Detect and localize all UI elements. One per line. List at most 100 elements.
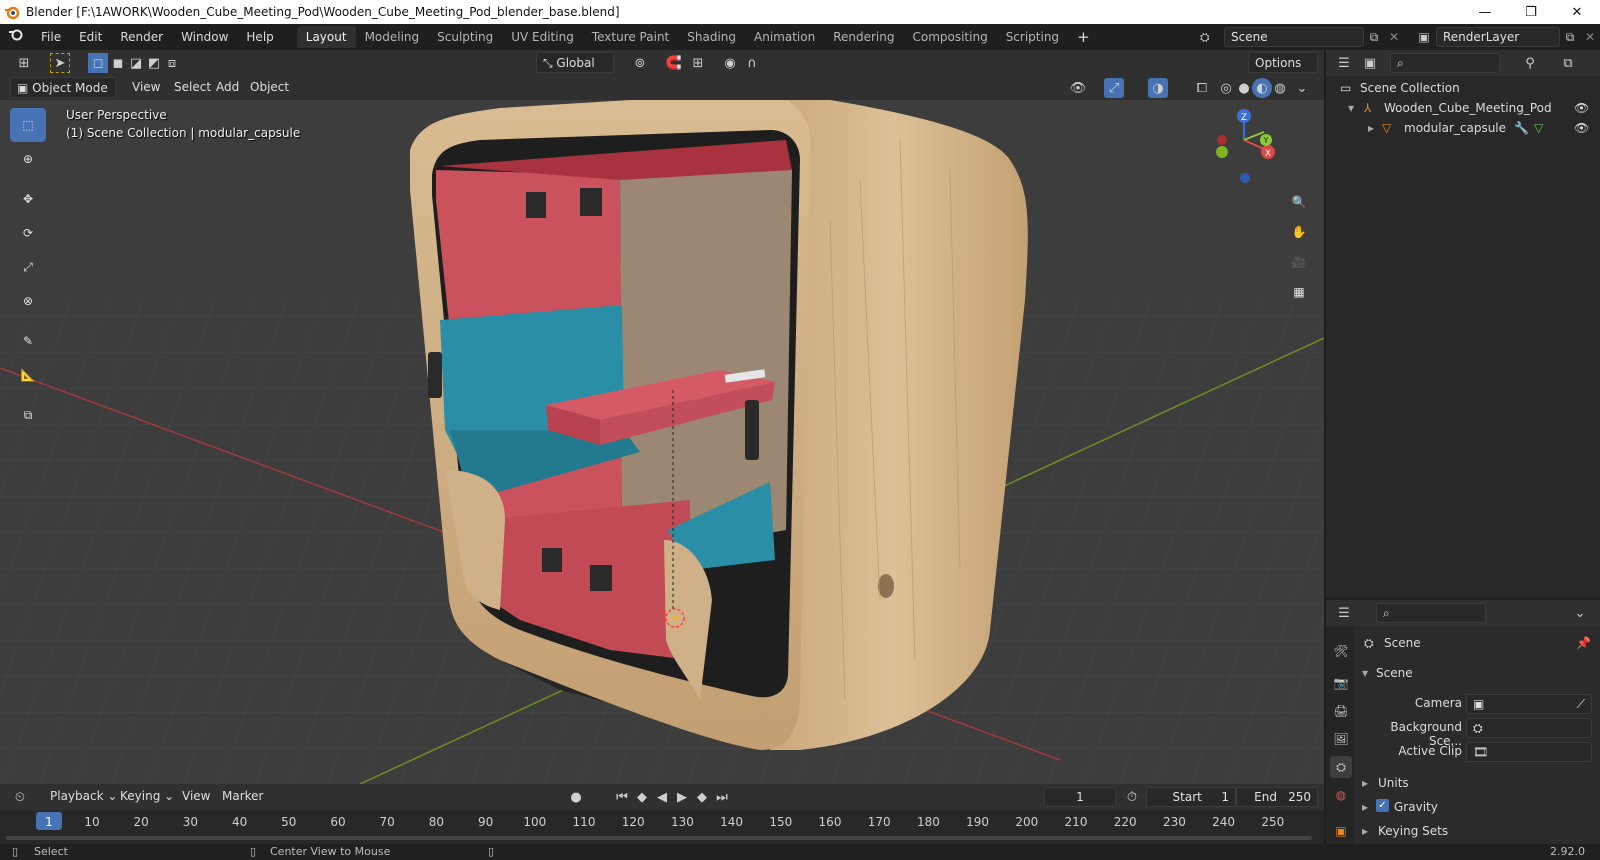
world-tab-icon[interactable]: ◍	[1330, 784, 1352, 806]
timeline-editor-icon[interactable]: ⏲	[10, 787, 30, 807]
tool-tab-icon[interactable]: 🛠	[1330, 640, 1352, 662]
menu-keying[interactable]: Keying ⌄	[114, 786, 180, 807]
blender-menu-icon[interactable]	[0, 26, 32, 48]
gizmo-toggle-icon[interactable]: ⤢	[1104, 78, 1124, 98]
gravity-panel-title[interactable]: Gravity	[1394, 800, 1438, 814]
cursor-tool[interactable]: ⊕	[10, 142, 46, 176]
proportional-falloff-icon[interactable]: ∩	[742, 53, 762, 73]
panel-collapse-icon[interactable]: ▸	[1362, 800, 1368, 814]
pan-button[interactable]: ✋	[1285, 218, 1313, 246]
add-cube-tool[interactable]: ⧉	[10, 398, 46, 432]
rendered-shading-icon[interactable]: ◍	[1270, 78, 1290, 98]
scene-panel-title[interactable]: Scene	[1376, 666, 1413, 680]
mode-set-new-icon[interactable]: ◻	[88, 53, 108, 73]
display-mode-icon[interactable]: ▣	[1360, 53, 1380, 73]
outliner-row-meeting-pod[interactable]: ▾ ⅄ Wooden_Cube_Meeting_Pod 👁	[1326, 98, 1600, 118]
view-layer-icon[interactable]: ▣	[1412, 30, 1436, 44]
menu-view[interactable]: View	[126, 77, 166, 98]
play-icon[interactable]: ▶	[672, 787, 692, 807]
options-dropdown[interactable]: Options ⌄	[1248, 52, 1318, 91]
properties-editor-icon[interactable]: ☰	[1334, 603, 1354, 623]
camera-view-button[interactable]: 🎥	[1285, 248, 1313, 276]
panel-collapse-icon[interactable]: ▸	[1362, 776, 1368, 790]
new-scene-icon[interactable]: ⧉	[1364, 30, 1384, 45]
record-icon[interactable]: ●	[566, 787, 586, 807]
new-collection-icon[interactable]: ⧉	[1558, 53, 1578, 73]
mesh-data-icon[interactable]: ▽	[1534, 118, 1543, 138]
keying-sets-panel-title[interactable]: Keying Sets	[1378, 824, 1448, 838]
xray-toggle-icon[interactable]: ⧠	[1192, 78, 1212, 98]
jump-keyframe-back-icon[interactable]: ◆	[632, 787, 652, 807]
visibility-eye-icon[interactable]: 👁	[1068, 78, 1088, 98]
delete-layer-icon[interactable]: ✕	[1580, 30, 1600, 44]
overlay-toggle-icon[interactable]: ◑	[1148, 78, 1168, 98]
menu-timeline-view[interactable]: View	[176, 786, 216, 807]
pivot-point-icon[interactable]: ⊚	[630, 53, 650, 73]
menu-add[interactable]: Add	[210, 77, 245, 98]
outliner-search-input[interactable]: ⌕	[1390, 53, 1500, 73]
mode-difference-icon[interactable]: ◩	[144, 53, 164, 73]
jump-start-icon[interactable]: ⏮	[612, 787, 632, 807]
menu-file[interactable]: File	[32, 26, 70, 48]
properties-search-input[interactable]: ⌕	[1376, 603, 1486, 623]
units-panel-title[interactable]: Units	[1378, 776, 1409, 790]
render-tab-icon[interactable]: 📷	[1330, 672, 1352, 694]
select-tool[interactable]: ⬚	[10, 108, 46, 142]
minimize-button[interactable]: —	[1462, 0, 1508, 24]
scene-selector-icon[interactable]: ⛭	[1200, 30, 1224, 45]
modifier-wrench-icon[interactable]: 🔧	[1514, 118, 1529, 138]
tab-compositing[interactable]: Compositing	[903, 26, 996, 48]
tab-texture-paint[interactable]: Texture Paint	[583, 26, 678, 48]
outliner-editor-icon[interactable]: ☰	[1334, 53, 1354, 73]
menu-marker[interactable]: Marker	[216, 786, 269, 807]
tab-layout[interactable]: Layout	[296, 26, 356, 48]
outliner-row-scene-collection[interactable]: ▭ Scene Collection	[1326, 78, 1600, 98]
ortho-toggle-button[interactable]: ▦	[1285, 278, 1313, 306]
gravity-checkbox[interactable]: ✓	[1376, 799, 1389, 812]
editor-type-icon[interactable]: ⊞	[14, 53, 34, 73]
visibility-eye-icon[interactable]: 👁	[1574, 118, 1589, 138]
mode-extend-icon[interactable]: ◼	[108, 53, 128, 73]
menu-window[interactable]: Window	[172, 26, 237, 48]
navigation-gizmo[interactable]: Z X Y	[1216, 109, 1275, 183]
tab-animation[interactable]: Animation	[745, 26, 824, 48]
collapse-arrow-icon[interactable]: ▸	[1368, 118, 1374, 138]
end-frame-field[interactable]: End 250	[1236, 787, 1318, 807]
tab-sculpting[interactable]: Sculpting	[428, 26, 502, 48]
solid-shading-icon[interactable]: ●	[1234, 78, 1254, 98]
menu-edit[interactable]: Edit	[70, 26, 111, 48]
pin-icon[interactable]: 📌	[1576, 636, 1591, 650]
menu-help[interactable]: Help	[237, 26, 282, 48]
close-button[interactable]: ✕	[1554, 0, 1600, 24]
snap-icon[interactable]: 🧲	[664, 53, 684, 73]
renderlayer-field[interactable]: RenderLayer	[1436, 27, 1560, 47]
maximize-button[interactable]: ❐	[1508, 0, 1554, 24]
zoom-button[interactable]: 🔍	[1285, 188, 1313, 216]
start-frame-field[interactable]: Start 1	[1146, 787, 1236, 807]
material-shading-icon[interactable]: ◐	[1252, 78, 1272, 98]
scene-field[interactable]: Scene	[1224, 27, 1364, 47]
tab-shading[interactable]: Shading	[678, 26, 745, 48]
current-frame-field[interactable]: 1	[1044, 787, 1116, 807]
measure-tool[interactable]: 📐	[10, 358, 46, 392]
view-layer-tab-icon[interactable]: 🖼	[1330, 728, 1352, 750]
jump-end-icon[interactable]: ⏭	[712, 787, 732, 807]
viewport-canvas[interactable]: Z X Y	[0, 100, 1324, 784]
eyedropper-icon[interactable]: ⟋	[1577, 695, 1585, 713]
properties-options-icon[interactable]: ⌄	[1570, 603, 1590, 623]
mode-subtract-icon[interactable]: ◪	[126, 53, 146, 73]
tab-uv-editing[interactable]: UV Editing	[502, 26, 583, 48]
delete-scene-icon[interactable]: ✕	[1384, 30, 1404, 44]
shading-options-icon[interactable]: ⌄	[1292, 78, 1312, 98]
object-mode-dropdown[interactable]: ▣ Object Mode ⌄	[10, 77, 116, 116]
move-tool[interactable]: ✥	[10, 182, 46, 216]
new-layer-icon[interactable]: ⧉	[1560, 30, 1580, 45]
3d-viewport[interactable]: Z X Y User Perspective (1) Scene Collect…	[0, 100, 1324, 784]
mode-intersect-icon[interactable]: ⧈	[162, 53, 182, 73]
visibility-eye-icon[interactable]: 👁	[1574, 98, 1589, 118]
timeline-scrollbar[interactable]	[6, 836, 1312, 840]
wireframe-shading-icon[interactable]: ◎	[1216, 78, 1236, 98]
tab-scripting[interactable]: Scripting	[997, 26, 1068, 48]
expand-arrow-icon[interactable]: ▾	[1348, 98, 1354, 118]
panel-collapse-icon[interactable]: ▸	[1362, 824, 1368, 838]
